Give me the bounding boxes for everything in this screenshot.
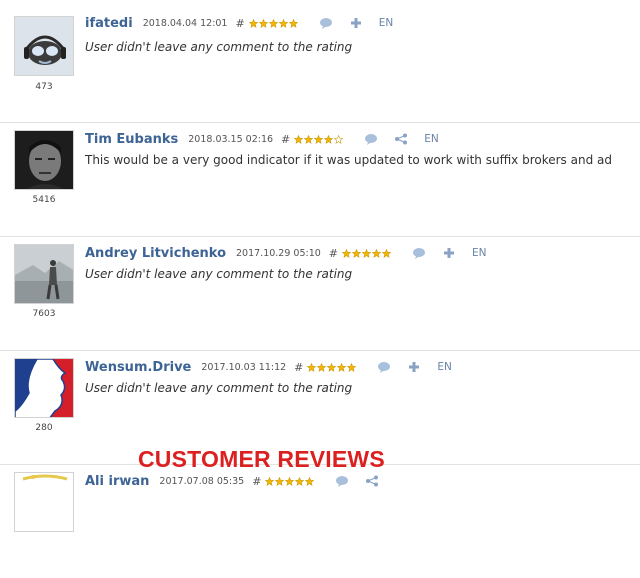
username-link[interactable]: Wensum.Drive [85,360,191,375]
username-link[interactable]: Andrey Litvichenko [85,246,226,261]
star-filled-icon [324,134,334,144]
customer-reviews-banner: CUSTOMER REVIEWS [138,446,385,472]
star-filled-icon [314,134,324,144]
avatar-logo-icon[interactable] [14,472,74,532]
comment-icon[interactable] [364,133,378,145]
star-filled-icon [278,18,288,28]
star-filled-icon [305,476,315,486]
star-filled-icon [362,248,372,258]
star-filled-icon [342,248,352,258]
star-filled-icon [265,476,275,486]
divider [0,350,640,351]
language-link[interactable]: EN [472,247,487,259]
plus-icon[interactable] [349,17,363,29]
star-filled-icon [294,134,304,144]
review-date: 2018.03.15 02:16 [188,133,274,145]
star-filled-icon [317,362,327,372]
comment-icon[interactable] [377,361,391,373]
rating-stars [294,134,344,144]
star-filled-icon [285,476,295,486]
star-filled-icon [304,134,314,144]
comment-icon[interactable] [412,247,426,259]
star-filled-icon [337,362,347,372]
username-link[interactable]: ifatedi [85,16,133,31]
share-icon[interactable] [365,475,379,487]
review-comment: This would be a very good indicator if i… [85,153,612,167]
language-link[interactable]: EN [379,17,394,29]
rating-count: 280 [35,423,53,433]
plus-icon[interactable] [407,361,421,373]
rating-stars [307,362,357,372]
permalink-hash[interactable]: # [329,247,338,260]
star-filled-icon [327,362,337,372]
permalink-hash[interactable]: # [294,361,303,374]
review-date: 2017.07.08 05:35 [159,475,245,487]
star-filled-icon [347,362,357,372]
divider [0,122,640,123]
rating-count: 473 [35,82,53,92]
divider [0,236,640,237]
star-filled-icon [258,18,268,28]
comment-icon[interactable] [319,17,333,29]
review-comment: User didn't leave any comment to the rat… [85,267,353,281]
permalink-hash[interactable]: # [252,475,261,488]
plus-icon[interactable] [442,247,456,259]
review-header: Tim Eubanks 2018.03.15 02:16 # EN [85,131,439,147]
avatar-robot-icon[interactable] [14,16,74,76]
avatar-portrait-icon[interactable] [14,130,74,190]
review-comment: User didn't leave any comment to the rat… [85,40,353,54]
avatar-figure-icon[interactable] [14,244,74,304]
star-filled-icon [248,18,258,28]
review-item: 473 ifatedi 2018.04.04 12:01 # EN User d… [0,0,640,109]
star-filled-icon [275,476,285,486]
review-date: 2017.10.29 05:10 [236,247,321,259]
star-empty-icon [334,134,344,144]
star-filled-icon [382,248,392,258]
review-header: Ali irwan 2017.07.08 05:35 # [85,473,395,489]
star-filled-icon [372,248,382,258]
avatar-silhouette-icon[interactable] [14,358,74,418]
star-filled-icon [307,362,317,372]
review-header: Wensum.Drive 2017.10.03 11:12 # EN [85,359,452,375]
star-filled-icon [268,18,278,28]
comment-icon[interactable] [335,475,349,487]
username-link[interactable]: Tim Eubanks [85,132,178,147]
star-filled-icon [352,248,362,258]
username-link[interactable]: Ali irwan [85,474,149,489]
rating-count: 7603 [32,309,56,319]
rating-stars [248,18,299,28]
review-date: 2017.10.03 11:12 [201,361,287,373]
review-comment: User didn't leave any comment to the rat… [85,381,353,395]
language-link[interactable]: EN [437,361,452,373]
review-item: 7603 Andrey Litvichenko 2017.10.29 05:10… [0,236,640,350]
rating-stars [265,476,315,486]
permalink-hash[interactable]: # [235,17,244,30]
rating-count: 5416 [32,195,56,205]
language-link[interactable]: EN [424,133,439,145]
permalink-hash[interactable]: # [281,133,290,146]
star-filled-icon [295,476,305,486]
review-header: ifatedi 2018.04.04 12:01 # EN [85,15,393,31]
review-header: Andrey Litvichenko 2017.10.29 05:10 # EN [85,245,487,261]
review-item: 5416 Tim Eubanks 2018.03.15 02:16 # EN T… [0,122,640,236]
star-filled-icon [288,18,298,28]
review-item: Ali irwan 2017.07.08 05:35 # [0,464,640,578]
review-date: 2018.04.04 12:01 [142,17,228,29]
rating-stars [342,248,392,258]
share-icon[interactable] [394,133,408,145]
